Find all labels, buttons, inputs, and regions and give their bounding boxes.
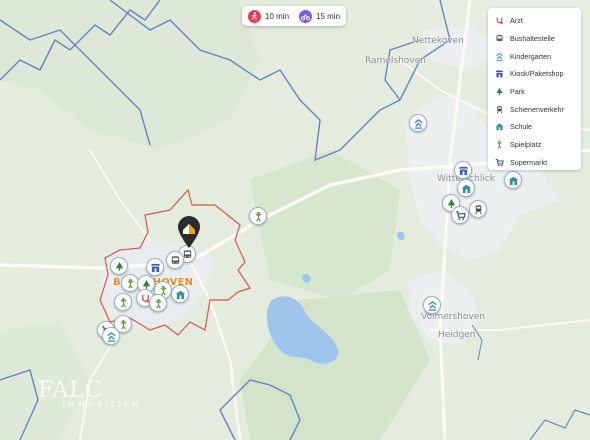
place-label: Nettekoven: [412, 36, 464, 46]
legend-label: Schienenverkehr: [510, 104, 564, 114]
legend-item-arzt[interactable]: Arzt: [488, 12, 581, 30]
map-view[interactable]: Nettekoven Ramelshoven Witterschlick Vol…: [0, 0, 590, 440]
kiosk-icon[interactable]: [454, 161, 472, 179]
travel-time-pill: 10 min 15 min: [242, 6, 347, 26]
doctor-icon: [496, 17, 503, 25]
playground-icon[interactable]: [114, 293, 132, 311]
school-icon[interactable]: [504, 171, 522, 189]
playground-icon[interactable]: [149, 294, 167, 312]
kiosk-icon[interactable]: [146, 258, 164, 276]
train-icon: [496, 105, 503, 114]
travel-time-bike[interactable]: 15 min: [299, 9, 341, 23]
watermark-logo: FALC IMMOBILIEN: [38, 378, 141, 409]
legend-item-kiosk[interactable]: Kiosk/Paketshop: [488, 65, 581, 83]
legend-label: Park: [510, 87, 525, 97]
school-icon: [495, 123, 504, 131]
legend-label: Bushaltestelle: [510, 34, 555, 44]
kiosk-icon: [495, 70, 504, 78]
legend-label: Supermarkt: [510, 157, 548, 167]
kindergarten-icon[interactable]: [102, 327, 120, 345]
playground-icon: [497, 140, 502, 149]
place-label: Heidgen: [438, 330, 476, 340]
park-icon: [496, 87, 503, 96]
legend-item-schienenverkehr[interactable]: Schienenverkehr: [488, 100, 581, 118]
bus-icon: [496, 35, 503, 42]
legend-item-park[interactable]: Park: [488, 83, 581, 101]
legend-label: Kindergarten: [510, 51, 552, 61]
legend-item-spielplatz[interactable]: Spielplatz: [488, 136, 581, 154]
bus-icon[interactable]: [166, 251, 184, 269]
kindergarten-icon[interactable]: [409, 114, 427, 132]
playground-icon[interactable]: [249, 207, 267, 225]
legend-label: Arzt: [510, 16, 523, 26]
bike-icon: [299, 9, 313, 23]
kindergarten-icon: [496, 52, 503, 61]
walk-time-label: 10 min: [265, 11, 290, 21]
train-icon[interactable]: [469, 200, 487, 218]
travel-time-walk[interactable]: 10 min: [248, 9, 290, 23]
legend-item-supermarkt[interactable]: Supermarkt: [488, 154, 581, 172]
legend-item-bushaltestelle[interactable]: Bushaltestelle: [488, 30, 581, 48]
legend-label: Schule: [510, 122, 532, 132]
legend-label: Kiosk/Paketshop: [510, 69, 564, 79]
cart-icon: [495, 158, 504, 167]
legend-item-schule[interactable]: Schule: [488, 118, 581, 136]
place-label: Ramelshoven: [365, 56, 426, 66]
poi-legend: Arzt Bushaltestelle Kindergarten Kiosk/P…: [488, 8, 581, 170]
park-icon[interactable]: [110, 257, 128, 275]
kindergarten-icon[interactable]: [423, 296, 441, 314]
school-icon[interactable]: [171, 285, 189, 303]
bike-time-label: 15 min: [316, 11, 341, 21]
property-marker-icon[interactable]: [177, 215, 201, 249]
legend-item-kindergarten[interactable]: Kindergarten: [488, 47, 581, 65]
school-icon[interactable]: [457, 179, 475, 197]
walk-icon: [248, 9, 261, 23]
legend-label: Spielplatz: [510, 140, 542, 150]
watermark-brand: FALC: [38, 378, 103, 403]
cart-icon[interactable]: [451, 206, 469, 224]
